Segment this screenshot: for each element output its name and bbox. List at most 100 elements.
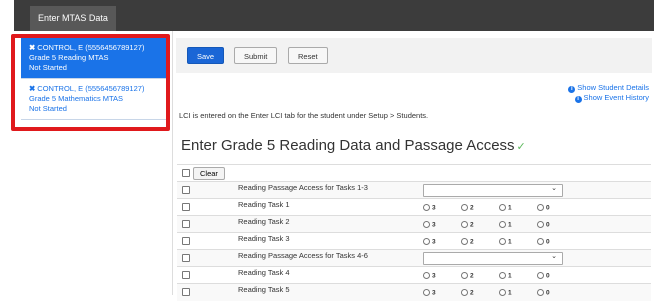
score-radio-1[interactable]: 1 — [499, 238, 512, 246]
score-value: 1 — [508, 204, 512, 212]
select-all-checkbox[interactable] — [182, 169, 190, 177]
row-label: Reading Task 2 — [238, 217, 290, 226]
row-checkbox[interactable] — [182, 254, 190, 262]
score-radio-1[interactable]: 1 — [499, 289, 512, 297]
radio-circle — [499, 204, 506, 211]
row-label: Reading Passage Access for Tasks 1-3 — [238, 183, 368, 192]
passage-access-select[interactable]: ⌄ — [423, 252, 563, 265]
score-radio-3[interactable]: 3 — [423, 204, 436, 212]
score-radio-0[interactable]: 0 — [537, 238, 550, 246]
score-radio-2[interactable]: 2 — [461, 204, 474, 212]
save-button[interactable]: Save — [187, 47, 225, 64]
row-label: Reading Task 5 — [238, 285, 290, 294]
score-radio-3[interactable]: 3 — [423, 289, 436, 297]
row-checkbox[interactable] — [182, 203, 190, 211]
student-panel: ✖ CONTROL, E (5556456789127) Grade 5 Read… — [14, 31, 172, 295]
score-value: 3 — [432, 289, 436, 297]
score-value: 0 — [546, 272, 550, 280]
radio-circle — [499, 238, 506, 245]
score-radio-0[interactable]: 0 — [537, 221, 550, 229]
radio-circle — [461, 272, 468, 279]
table-row: Reading Passage Access for Tasks 4-6 ⌄ — [177, 249, 651, 267]
radio-circle — [461, 221, 468, 228]
radio-circle — [499, 221, 506, 228]
score-value: 1 — [508, 238, 512, 246]
reset-button[interactable]: Reset — [288, 47, 328, 64]
score-radio-0[interactable]: 0 — [537, 204, 550, 212]
radio-circle — [423, 221, 430, 228]
table-row: Reading Passage Access for Tasks 1-3 ⌄ — [177, 181, 651, 199]
score-radio-3[interactable]: 3 — [423, 238, 436, 246]
score-value: 3 — [432, 204, 436, 212]
passage-access-select[interactable]: ⌄ — [423, 184, 563, 197]
row-checkbox[interactable] — [182, 186, 190, 194]
row-label: Reading Task 3 — [238, 234, 290, 243]
score-radio-3[interactable]: 3 — [423, 272, 436, 280]
student-name-row: ✖ CONTROL, E (5556456789127) — [29, 43, 160, 53]
student-item-reading[interactable]: ✖ CONTROL, E (5556456789127) Grade 5 Read… — [21, 38, 166, 79]
checkmark-icon: ✓ — [516, 141, 526, 153]
score-value: 0 — [546, 204, 550, 212]
score-radio-1[interactable]: 1 — [499, 272, 512, 280]
radio-circle — [461, 204, 468, 211]
score-value: 2 — [470, 289, 474, 297]
page-title: Enter Grade 5 Reading Data and Passage A… — [181, 137, 526, 154]
student-status: Not Started — [29, 104, 67, 113]
student-test: Grade 5 Mathematics MTAS — [29, 94, 124, 103]
score-value: 2 — [470, 272, 474, 280]
score-value: 0 — [546, 238, 550, 246]
close-icon[interactable]: ✖ — [29, 43, 35, 52]
score-radio-2[interactable]: 2 — [461, 289, 474, 297]
student-test: Grade 5 Reading MTAS — [29, 53, 109, 62]
score-value: 1 — [508, 289, 512, 297]
score-value: 2 — [470, 221, 474, 229]
score-radio-2[interactable]: 2 — [461, 238, 474, 246]
score-radio-1[interactable]: 1 — [499, 221, 512, 229]
table-row: Reading Task 3 3 2 1 0 — [177, 232, 651, 250]
score-radio-0[interactable]: 0 — [537, 289, 550, 297]
radio-circle — [499, 272, 506, 279]
score-radio-2[interactable]: 2 — [461, 221, 474, 229]
student-item-mathematics[interactable]: ✖ CONTROL, E (5556456789127) Grade 5 Math… — [21, 79, 166, 120]
page-title-text: Enter Grade 5 Reading Data and Passage A… — [181, 137, 515, 154]
score-value: 0 — [546, 289, 550, 297]
row-label: Reading Task 1 — [238, 200, 290, 209]
show-event-history-label: Show Event History — [583, 93, 649, 102]
score-value: 3 — [432, 238, 436, 246]
table-row: Reading Task 4 3 2 1 0 — [177, 266, 651, 284]
close-icon[interactable]: ✖ — [29, 84, 35, 93]
score-value: 2 — [470, 204, 474, 212]
score-radio-0[interactable]: 0 — [537, 272, 550, 280]
chevron-down-icon: ⌄ — [551, 253, 557, 260]
score-value: 1 — [508, 221, 512, 229]
score-radio-1[interactable]: 1 — [499, 204, 512, 212]
score-radio-3[interactable]: 3 — [423, 221, 436, 229]
table-row: Reading Task 5 3 2 1 0 — [177, 283, 651, 301]
app-frame: Enter MTAS Data ✖ CONTROL, E (55564567891… — [0, 0, 655, 301]
table-row: Reading Task 1 3 2 1 0 — [177, 198, 651, 216]
student-status: Not Started — [29, 63, 67, 72]
student-list: ✖ CONTROL, E (5556456789127) Grade 5 Read… — [21, 38, 166, 120]
show-student-details-link[interactable]: i Show Student Details — [568, 83, 649, 93]
tab-enter-mtas-data[interactable]: Enter MTAS Data — [30, 6, 116, 31]
radio-circle — [423, 238, 430, 245]
submit-button[interactable]: Submit — [234, 47, 278, 64]
main-content: Save Submit Reset i Show Student Details … — [172, 31, 655, 301]
row-checkbox[interactable] — [182, 220, 190, 228]
show-student-details-label: Show Student Details — [577, 83, 649, 92]
score-value: 1 — [508, 272, 512, 280]
radio-circle — [537, 204, 544, 211]
clear-button[interactable]: Clear — [193, 167, 225, 180]
score-radio-2[interactable]: 2 — [461, 272, 474, 280]
show-event-history-link[interactable]: i Show Event History — [568, 93, 649, 103]
row-label: Reading Task 4 — [238, 268, 290, 277]
row-checkbox[interactable] — [182, 237, 190, 245]
radio-circle — [537, 238, 544, 245]
row-checkbox[interactable] — [182, 271, 190, 279]
radio-circle — [537, 221, 544, 228]
radio-circle — [461, 238, 468, 245]
info-icon: i — [574, 96, 582, 103]
radio-circle — [537, 272, 544, 279]
lci-note: LCI is entered on the Enter LCI tab for … — [179, 111, 429, 120]
chevron-down-icon: ⌄ — [551, 185, 557, 192]
